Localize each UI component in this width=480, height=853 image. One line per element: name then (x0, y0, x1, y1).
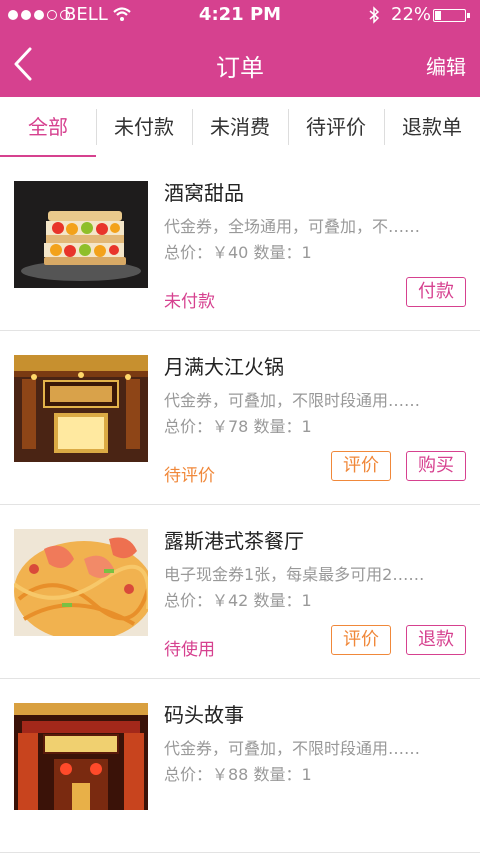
order-title: 露斯港式茶餐厅 (164, 529, 304, 553)
order-price-quantity: 总价：￥88 数量：1 (164, 765, 312, 784)
tab-unpaid[interactable]: 未付款 (96, 97, 192, 157)
tab-to-review[interactable]: 待评价 (288, 97, 384, 157)
order-title: 酒窝甜品 (164, 181, 244, 205)
status-bar: BELL 4:21 PM 22% (0, 0, 480, 32)
order-status: 未付款 (164, 292, 215, 312)
dessert-photo (14, 181, 148, 288)
order-description: 代金券，可叠加，不限时段通用…… (164, 739, 421, 758)
refund-button[interactable]: 退款 (406, 625, 466, 655)
order-item[interactable]: 码头故事 代金券，可叠加，不限时段通用…… 总价：￥88 数量：1 (0, 679, 480, 853)
order-status: 待评价 (164, 466, 215, 486)
order-price-quantity: 总价：￥78 数量：1 (164, 417, 312, 436)
edit-button[interactable]: 编辑 (426, 51, 466, 80)
review-button[interactable]: 评价 (331, 451, 391, 481)
order-title: 码头故事 (164, 703, 244, 727)
battery-icon (433, 9, 470, 22)
page-title: 订单 (216, 54, 264, 82)
buy-button[interactable]: 购买 (406, 451, 466, 481)
order-item[interactable]: 露斯港式茶餐厅 电子现金券1张，每桌最多可用2…… 总价：￥42 数量：1 待使… (0, 505, 480, 679)
order-item[interactable]: 酒窝甜品 代金券，全场通用，可叠加，不…… 总价：￥40 数量：1 未付款 付款 (0, 157, 480, 331)
restaurant-photo (14, 703, 148, 810)
bluetooth-icon (369, 6, 380, 24)
order-filter-tabs: 全部 未付款 未消费 待评价 退款单 (0, 97, 480, 158)
review-button[interactable]: 评价 (331, 625, 391, 655)
battery-percent: 22% (391, 4, 432, 25)
order-price-quantity: 总价：￥40 数量：1 (164, 243, 312, 262)
order-description: 电子现金券1张，每桌最多可用2…… (164, 565, 425, 584)
noodle-dish-photo (14, 529, 148, 636)
order-list: 酒窝甜品 代金券，全场通用，可叠加，不…… 总价：￥40 数量：1 未付款 付款… (0, 157, 480, 853)
order-description: 代金券，全场通用，可叠加，不…… (164, 217, 421, 236)
top-bar: BELL 4:21 PM 22% 订单 编辑 (0, 0, 480, 97)
order-item[interactable]: 月满大江火锅 代金券，可叠加，不限时段通用…… 总价：￥78 数量：1 待评价 … (0, 331, 480, 505)
tab-refunds[interactable]: 退款单 (384, 97, 480, 157)
order-price-quantity: 总价：￥42 数量：1 (164, 591, 312, 610)
order-description: 代金券，可叠加，不限时段通用…… (164, 391, 421, 410)
tab-all[interactable]: 全部 (0, 97, 96, 158)
pay-button[interactable]: 付款 (406, 277, 466, 307)
tab-unused[interactable]: 未消费 (192, 97, 288, 157)
restaurant-photo (14, 355, 148, 462)
order-title: 月满大江火锅 (164, 355, 284, 379)
order-status: 待使用 (164, 640, 215, 660)
